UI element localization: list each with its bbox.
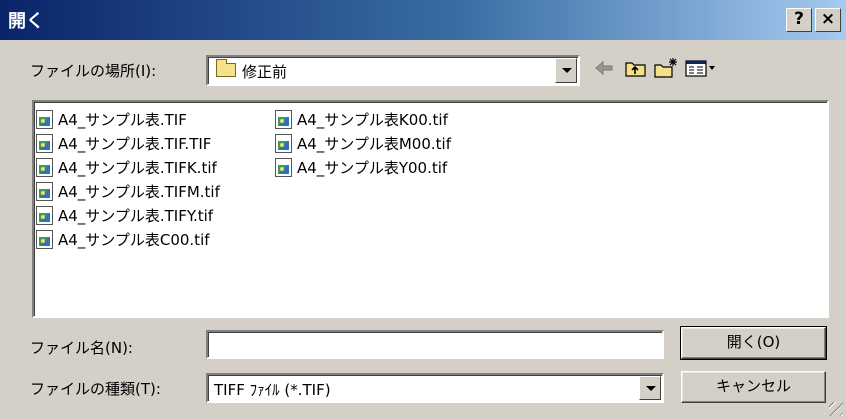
image-file-icon: [275, 157, 292, 177]
title-bar[interactable]: 開く ? ×: [0, 0, 846, 40]
open-button[interactable]: 開く(O): [680, 326, 827, 360]
back-arrow-icon[interactable]: [591, 56, 617, 80]
look-in-label: ファイルの場所(I):: [30, 62, 157, 80]
image-file-icon: [36, 205, 53, 225]
list-item[interactable]: A4_サンプル表C00.tif: [36, 228, 210, 250]
filename-label: ファイル名(N):: [30, 339, 133, 357]
close-button[interactable]: ×: [815, 8, 841, 32]
filetype-value: TIFF ﾌｧｲﾙ (*.TIF): [214, 381, 331, 399]
open-file-dialog: 開く ? × ファイルの場所(I): 修正前 A4_サンプル表.TIF A4_サ…: [0, 0, 846, 419]
look-in-value: 修正前: [242, 63, 288, 81]
list-item[interactable]: A4_サンプル表.TIFK.tif: [36, 156, 217, 178]
resize-grip-icon[interactable]: [829, 402, 843, 416]
file-list[interactable]: A4_サンプル表.TIF A4_サンプル表.TIF.TIF A4_サンプル表.T…: [32, 100, 829, 318]
view-menu-icon[interactable]: [684, 56, 718, 80]
image-file-icon: [36, 181, 53, 201]
help-button[interactable]: ?: [786, 8, 812, 32]
list-item[interactable]: A4_サンプル表.TIFY.tif: [36, 204, 213, 226]
image-file-icon: [275, 109, 292, 129]
image-file-icon: [275, 133, 292, 153]
chevron-down-icon[interactable]: [555, 58, 577, 83]
cancel-button[interactable]: キャンセル: [681, 371, 826, 403]
filetype-label: ファイルの種類(T):: [30, 380, 161, 398]
filetype-combo[interactable]: TIFF ﾌｧｲﾙ (*.TIF): [206, 373, 664, 403]
image-file-icon: [36, 229, 53, 249]
folder-icon: [216, 59, 236, 77]
new-folder-icon[interactable]: [653, 56, 679, 80]
chevron-down-icon[interactable]: [639, 376, 661, 400]
look-in-combo[interactable]: 修正前: [206, 55, 580, 86]
image-file-icon: [36, 133, 53, 153]
list-item[interactable]: A4_サンプル表.TIF.TIF: [36, 132, 211, 154]
list-item[interactable]: A4_サンプル表Y00.tif: [275, 156, 447, 178]
up-folder-icon[interactable]: [623, 56, 649, 80]
list-item[interactable]: A4_サンプル表M00.tif: [275, 132, 451, 154]
list-item[interactable]: A4_サンプル表K00.tif: [275, 108, 448, 130]
list-item[interactable]: A4_サンプル表.TIF: [36, 108, 187, 130]
dialog-title: 開く: [8, 11, 44, 32]
list-item[interactable]: A4_サンプル表.TIFM.tif: [36, 180, 220, 202]
image-file-icon: [36, 109, 53, 129]
image-file-icon: [36, 157, 53, 177]
filename-input[interactable]: [206, 330, 664, 359]
